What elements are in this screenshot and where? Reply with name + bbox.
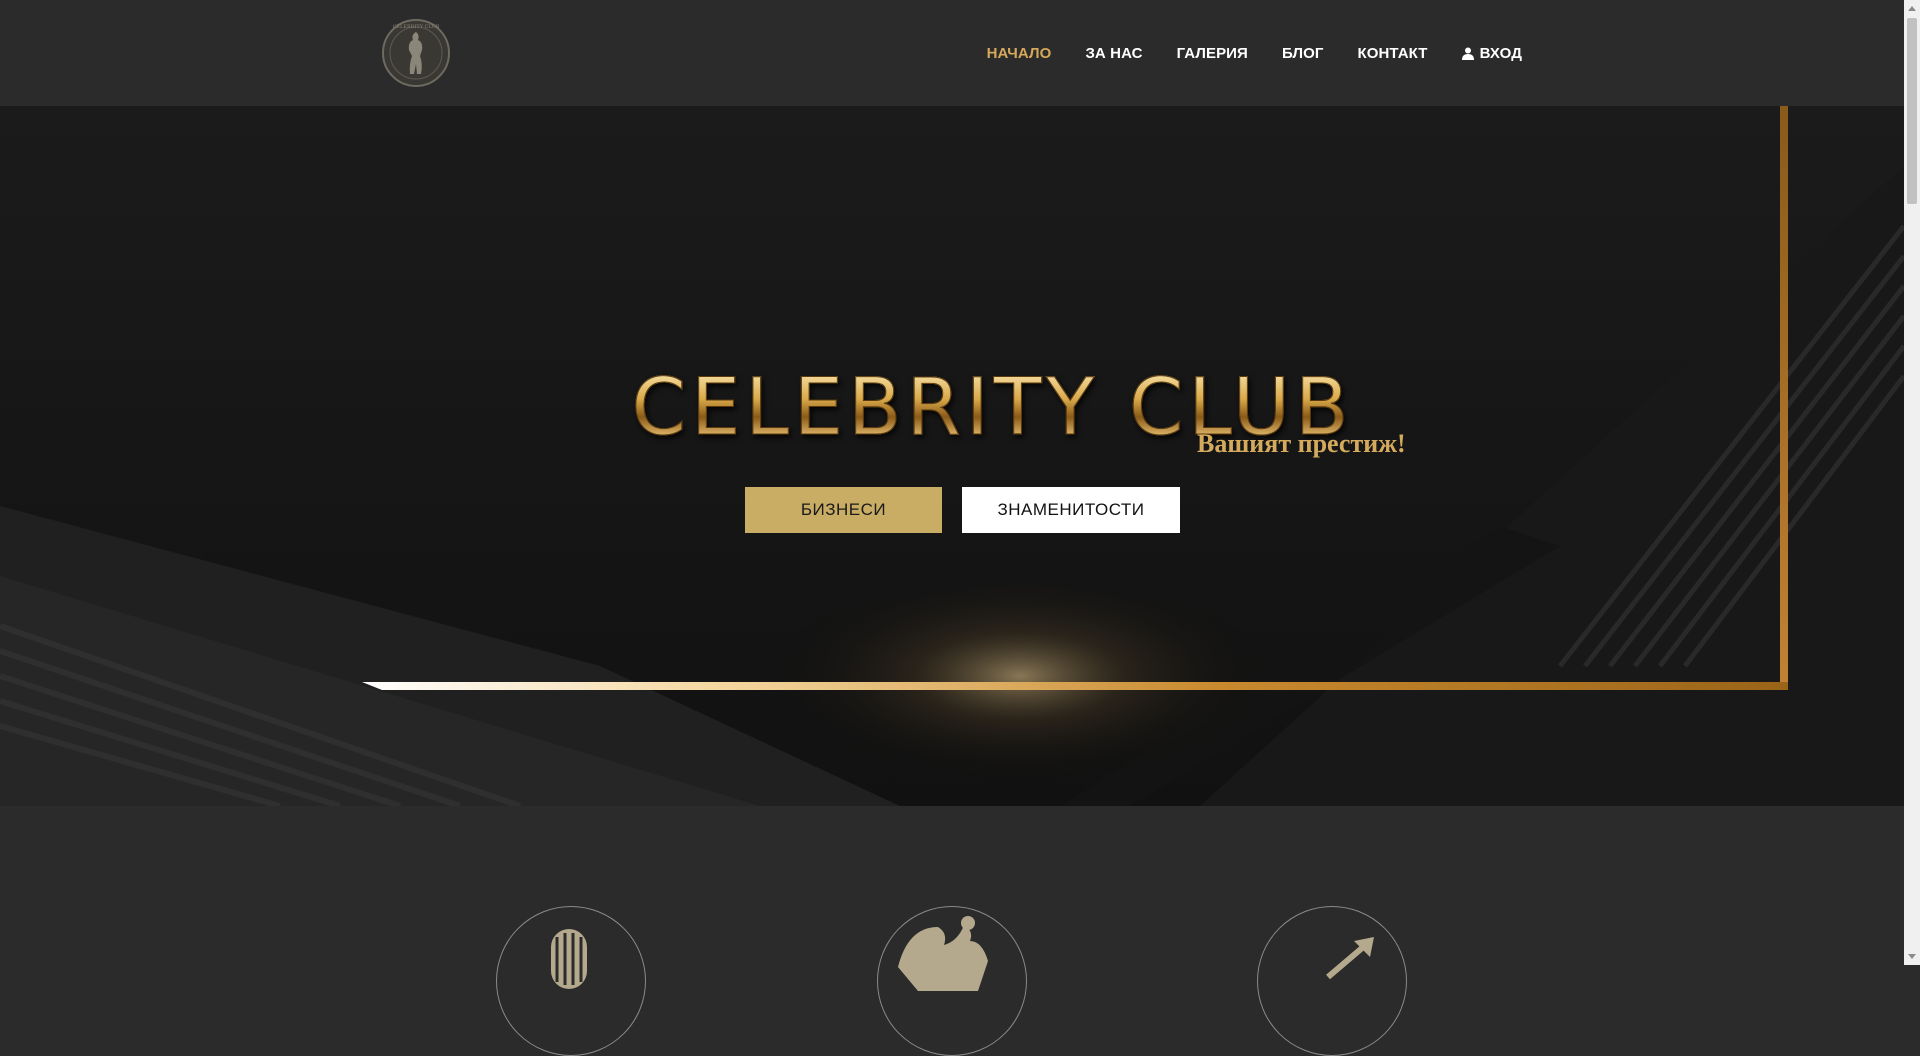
hero-section: CELEBRITY CLUB Вашият престиж! БИЗНЕСИ З… bbox=[0, 106, 1904, 806]
scroll-up-icon[interactable] bbox=[1908, 6, 1916, 11]
microphone-icon[interactable] bbox=[496, 906, 646, 1056]
svg-text:CELEBRITY CLUB: CELEBRITY CLUB bbox=[393, 24, 440, 30]
main-nav: НАЧАЛО ЗА НАС ГАЛЕРИЯ БЛОГ КОНТАКТ ВХОД bbox=[987, 0, 1522, 106]
nav-item-home[interactable]: НАЧАЛО bbox=[987, 45, 1052, 62]
nav-label: НАЧАЛО bbox=[986, 44, 1052, 62]
scrollbar-thumb[interactable] bbox=[1907, 18, 1917, 204]
nav-label: КОНТАКТ bbox=[1357, 44, 1428, 62]
celebrities-button[interactable]: ЗНАМЕНИТОСТИ bbox=[962, 487, 1180, 533]
nav-item-gallery[interactable]: ГАЛЕРИЯ bbox=[1177, 45, 1248, 62]
nav-label: ГАЛЕРИЯ bbox=[1176, 44, 1248, 62]
nav-label: ЗА НАС bbox=[1085, 44, 1143, 62]
hero-title: CELEBRITY CLUB bbox=[0, 363, 1904, 454]
scroll-down-icon[interactable] bbox=[1908, 954, 1916, 959]
nav-label: ВХОД bbox=[1479, 44, 1522, 62]
celebrity-club-logo[interactable]: CELEBRITY CLUB bbox=[381, 18, 451, 88]
hero-background bbox=[0, 106, 1904, 806]
nav-item-blog[interactable]: БЛОГ bbox=[1282, 45, 1324, 62]
nav-label: БЛОГ bbox=[1281, 44, 1324, 62]
hero-subtitle: Вашият престиж! bbox=[1197, 429, 1406, 458]
business-button[interactable]: БИЗНЕСИ bbox=[745, 487, 942, 533]
nav-item-about[interactable]: ЗА НАС bbox=[1085, 45, 1142, 62]
nav-item-contact[interactable]: КОНТАКТ bbox=[1357, 45, 1427, 62]
dancers-icon[interactable] bbox=[877, 906, 1027, 1056]
user-icon bbox=[1461, 47, 1474, 60]
features-section bbox=[0, 806, 1904, 1056]
nav-item-login[interactable]: ВХОД bbox=[1461, 44, 1522, 62]
site-header: CELEBRITY CLUB НАЧАЛО ЗА НАС ГАЛЕРИЯ БЛО… bbox=[0, 0, 1904, 106]
page-scrollbar[interactable] bbox=[1904, 0, 1920, 965]
growth-arrow-icon[interactable] bbox=[1257, 906, 1407, 1056]
